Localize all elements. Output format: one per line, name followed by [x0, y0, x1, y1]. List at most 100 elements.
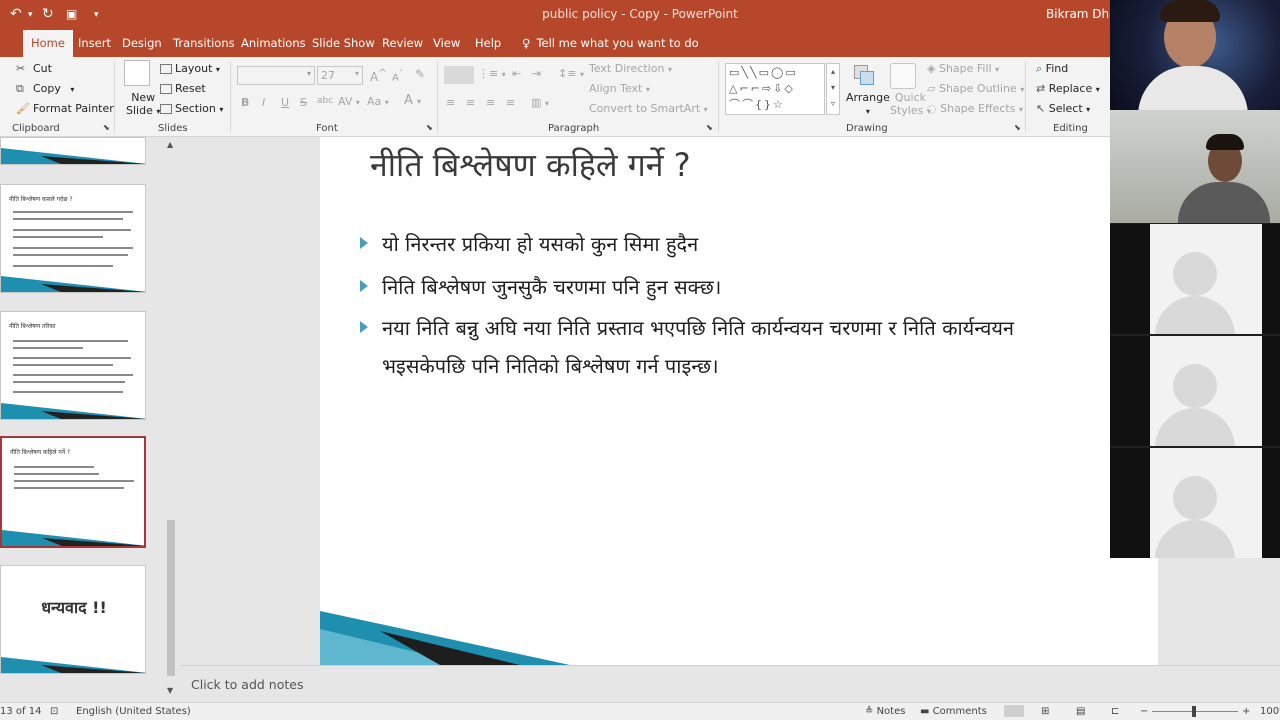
- shadow-button[interactable]: abc: [317, 96, 333, 106]
- notes-toggle[interactable]: ≜ Notes: [865, 706, 905, 717]
- convert-smartart-button[interactable]: Convert to SmartArt ▾: [589, 102, 708, 115]
- zoom-out-icon[interactable]: −: [1140, 706, 1148, 717]
- quick-styles-icon[interactable]: [890, 63, 916, 89]
- find-button[interactable]: ⌕ Find: [1036, 62, 1068, 76]
- bullet-2[interactable]: निति बिश्लेषण जुनसुकै चरणमा पनि हुन सक्छ…: [360, 268, 1082, 306]
- font-launcher-icon[interactable]: ⬊: [426, 123, 433, 132]
- slide-title[interactable]: नीति बिश्लेषण कहिले गर्ने ?: [370, 143, 691, 186]
- align-left-icon[interactable]: ≡: [446, 96, 455, 109]
- align-right-icon[interactable]: ≡: [486, 96, 495, 109]
- section-button[interactable]: Section ▾: [160, 102, 223, 115]
- bullets-button[interactable]: [444, 66, 474, 84]
- normal-view-icon[interactable]: [1004, 705, 1024, 717]
- italic-button[interactable]: I: [262, 96, 265, 109]
- spellcheck-icon[interactable]: ⊡: [50, 706, 58, 717]
- font-color-button[interactable]: A ▾: [404, 93, 421, 108]
- participant-tile-3[interactable]: [1110, 224, 1280, 334]
- increase-indent-icon[interactable]: ⇥: [532, 67, 541, 80]
- decrease-indent-icon[interactable]: ⇤: [512, 67, 521, 80]
- paragraph-launcher-icon[interactable]: ⬊: [706, 123, 713, 132]
- bullet-3[interactable]: नया निति बन्नु अघि नया निति प्रस्ताव भएप…: [360, 309, 1082, 385]
- tab-help[interactable]: Help: [467, 30, 509, 57]
- thumbnail-slide-11[interactable]: नीति बिश्लेषण कसले गर्दछ ?: [0, 184, 146, 293]
- thumbnail-slide-12[interactable]: नीति बिश्लेषण तरिका: [0, 311, 146, 420]
- thumbnail-slide-14[interactable]: धन्यवाद !!: [0, 565, 146, 674]
- bold-button[interactable]: B: [241, 96, 249, 109]
- language-indicator[interactable]: English (United States): [76, 706, 191, 717]
- tab-transitions[interactable]: Transitions: [165, 30, 243, 57]
- font-group-label: Font: [316, 123, 338, 134]
- ribbon: ✂ Cut ⧉ Copy ▾ 🖌 Format Painter Clipboard ⬊…: [0, 57, 1280, 137]
- justify-icon[interactable]: ≡: [506, 96, 515, 109]
- thumbnail-slide-10[interactable]: [0, 137, 146, 165]
- zoom-in-icon[interactable]: +: [1242, 706, 1250, 717]
- tile-border-left: [1110, 448, 1150, 558]
- current-slide[interactable]: नीति बिश्लेषण कहिले गर्ने ? यो निरन्तर प…: [320, 137, 1158, 665]
- font-name-select[interactable]: ▾: [237, 66, 315, 85]
- slideshow-view-icon[interactable]: ⊏: [1111, 706, 1119, 717]
- scroll-thumb[interactable]: [167, 520, 175, 676]
- shrink-font-icon[interactable]: Aˇ: [392, 68, 403, 83]
- char-spacing-button[interactable]: AV ▾: [338, 95, 360, 108]
- drawing-launcher-icon[interactable]: ⬊: [1014, 123, 1021, 132]
- grow-font-icon[interactable]: A^: [370, 68, 387, 84]
- clipboard-launcher-icon[interactable]: ⬊: [103, 123, 110, 132]
- tab-review[interactable]: Review: [374, 30, 431, 57]
- slide-sorter-icon[interactable]: ⊞: [1041, 706, 1049, 717]
- arrange-button[interactable]: Arrange ▾: [846, 91, 890, 117]
- line-spacing-icon[interactable]: ↕≡ ▾: [558, 67, 584, 80]
- copy-button[interactable]: ⧉ Copy ▾: [16, 82, 74, 96]
- comments-toggle[interactable]: ▬ Comments: [920, 706, 987, 717]
- align-center-icon[interactable]: ≡: [466, 96, 475, 109]
- participant-tile-5[interactable]: [1110, 448, 1280, 558]
- numbering-button[interactable]: ⋮≡ ▾: [478, 67, 506, 80]
- cut-button[interactable]: ✂ Cut: [16, 62, 52, 76]
- tab-home[interactable]: Home: [23, 30, 73, 57]
- scroll-up-arrow-icon[interactable]: ▲: [167, 140, 173, 149]
- align-text-button[interactable]: Align Text ▾: [589, 82, 650, 95]
- thumbnail-slide-13-selected[interactable]: नीति बिश्लेषण कहिले गर्ने ?: [0, 436, 146, 548]
- slide-thumbnail-panel[interactable]: नीति बिश्लेषण कसले गर्दछ ? नीति बिश्लेषण…: [0, 137, 180, 702]
- tell-me-search[interactable]: ♀ Tell me what you want to do: [514, 30, 707, 57]
- shapes-gallery[interactable]: ▭╲╲▭◯▭ △⌐⌐⇨⇩◇ ⌒⌒{}☆: [725, 63, 825, 115]
- shape-outline-button[interactable]: ▱ Shape Outline ▾: [927, 82, 1024, 95]
- underline-button[interactable]: U: [281, 96, 289, 109]
- tab-slide-show[interactable]: Slide Show: [304, 30, 383, 57]
- thumbnail-scrollbar[interactable]: ▲ ▼: [164, 137, 178, 702]
- participant-video-1[interactable]: [1110, 0, 1280, 110]
- reset-button[interactable]: Reset: [160, 82, 206, 95]
- shape-effects-button[interactable]: ◌ Shape Effects ▾: [927, 102, 1023, 115]
- change-case-button[interactable]: Aa ▾: [367, 95, 389, 108]
- thumbnail-text-line: [14, 487, 124, 489]
- tab-animations[interactable]: Animations: [233, 30, 314, 57]
- notes-pane[interactable]: Click to add notes: [180, 665, 1280, 702]
- columns-icon[interactable]: ▥ ▾: [531, 96, 549, 109]
- new-slide-button[interactable]: New Slide ▾: [126, 91, 160, 117]
- bullet-1[interactable]: यो निरन्तर प्रकिया हो यसको कुन सिमा हुदै…: [360, 225, 1082, 263]
- shapes-gallery-more[interactable]: ▴ ▾ ▿: [826, 63, 840, 115]
- zoom-slider-thumb[interactable]: [1192, 706, 1196, 717]
- tab-insert[interactable]: Insert: [70, 30, 119, 57]
- tab-design[interactable]: Design: [114, 30, 170, 57]
- select-button[interactable]: ↖ Select ▾: [1036, 102, 1090, 115]
- quick-styles-button[interactable]: Quick Styles ▾: [890, 91, 931, 117]
- format-painter-button[interactable]: 🖌 Format Painter: [16, 102, 114, 116]
- scroll-down-arrow-icon[interactable]: ▼: [167, 686, 173, 695]
- layout-button[interactable]: Layout ▾: [160, 62, 220, 75]
- participant-video-2[interactable]: [1110, 110, 1280, 223]
- shape-fill-button[interactable]: ◈ Shape Fill ▾: [927, 62, 999, 75]
- cursor-icon: ↖: [1036, 102, 1049, 115]
- zoom-level[interactable]: 100%: [1260, 706, 1280, 717]
- tab-view[interactable]: View: [425, 30, 468, 57]
- participant-tile-4[interactable]: [1110, 336, 1280, 446]
- new-slide-icon[interactable]: [124, 60, 150, 86]
- tile-border-right: [1262, 224, 1280, 334]
- clear-format-icon[interactable]: ✎: [415, 67, 425, 81]
- font-size-select[interactable]: 27 ▾: [317, 66, 363, 85]
- thumbnail-text-line: [13, 364, 113, 366]
- arrange-icon[interactable]: [852, 63, 876, 87]
- replace-button[interactable]: ⇄ Replace ▾: [1036, 82, 1100, 95]
- strikethrough-button[interactable]: S: [300, 96, 307, 109]
- text-direction-button[interactable]: Text Direction ▾: [589, 62, 672, 75]
- reading-view-icon[interactable]: ▤: [1076, 706, 1085, 717]
